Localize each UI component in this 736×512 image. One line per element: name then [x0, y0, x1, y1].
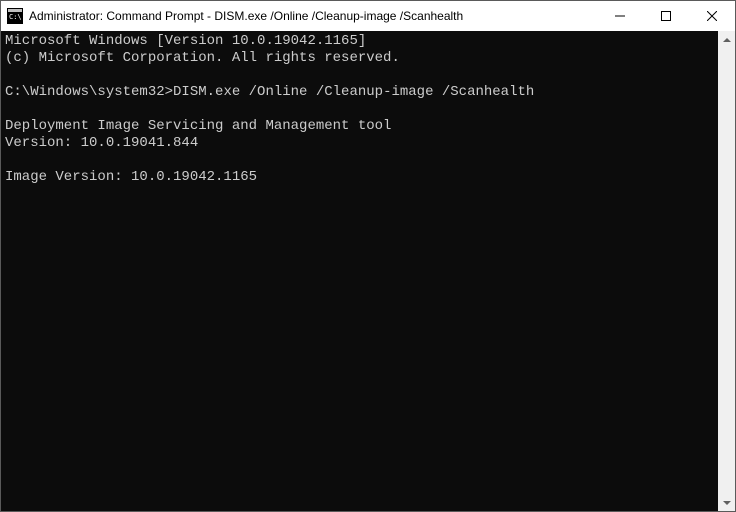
window-controls: [597, 1, 735, 31]
command-input: DISM.exe /Online /Cleanup-image /Scanhea…: [173, 84, 534, 100]
blank-line: [5, 101, 714, 118]
scroll-track[interactable]: [718, 48, 735, 494]
console-content[interactable]: Microsoft Windows [Version 10.0.19042.11…: [1, 31, 718, 511]
scroll-up-arrow-icon[interactable]: [718, 31, 735, 48]
prompt-path: C:\Windows\system32>: [5, 84, 173, 100]
blank-line: [5, 152, 714, 169]
close-button[interactable]: [689, 1, 735, 31]
cmd-icon: C:\: [7, 8, 23, 24]
scroll-down-arrow-icon[interactable]: [718, 494, 735, 511]
vertical-scrollbar[interactable]: [718, 31, 735, 511]
window-title: Administrator: Command Prompt - DISM.exe…: [29, 9, 463, 23]
maximize-button[interactable]: [643, 1, 689, 31]
titlebar[interactable]: C:\ Administrator: Command Prompt - DISM…: [1, 1, 735, 31]
output-dism-version: Version: 10.0.19041.844: [5, 135, 714, 152]
blank-line: [5, 67, 714, 84]
output-image-version: Image Version: 10.0.19042.1165: [5, 169, 714, 186]
output-dism-tool: Deployment Image Servicing and Managemen…: [5, 118, 714, 135]
console-area: Microsoft Windows [Version 10.0.19042.11…: [1, 31, 735, 511]
output-header1: Microsoft Windows [Version 10.0.19042.11…: [5, 33, 714, 50]
minimize-button[interactable]: [597, 1, 643, 31]
svg-text:C:\: C:\: [9, 13, 22, 21]
prompt-line: C:\Windows\system32>DISM.exe /Online /Cl…: [5, 84, 714, 101]
command-prompt-window: C:\ Administrator: Command Prompt - DISM…: [0, 0, 736, 512]
output-header2: (c) Microsoft Corporation. All rights re…: [5, 50, 714, 67]
